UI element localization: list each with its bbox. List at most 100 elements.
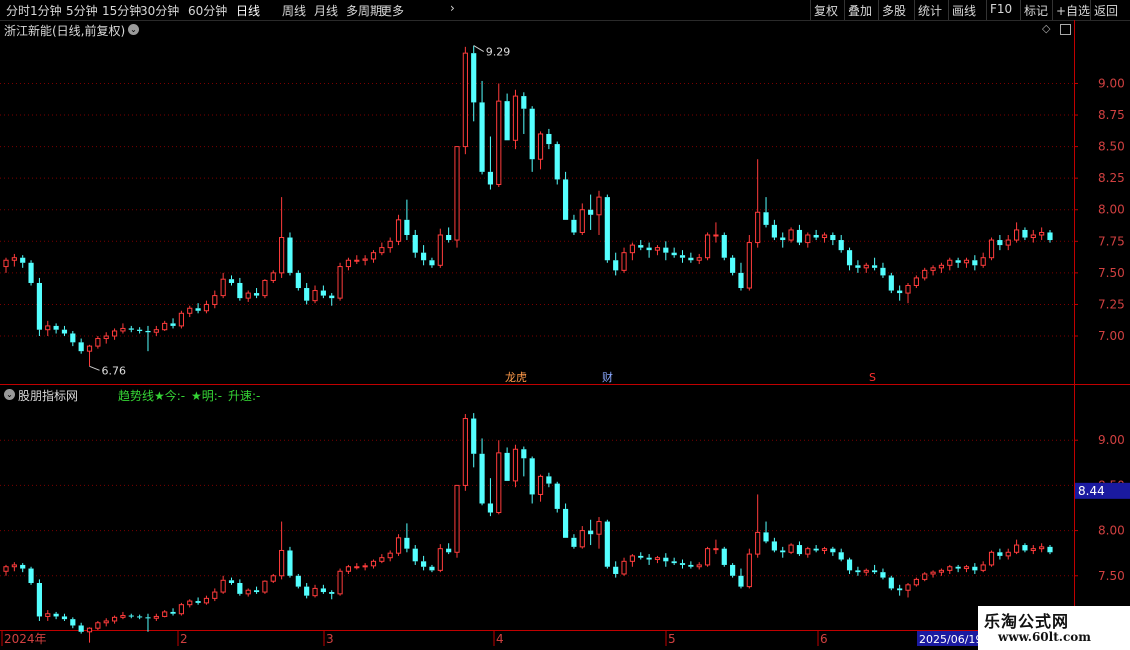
- upper-candle-up: [178, 312, 184, 327]
- lower-candle-up: [212, 591, 218, 599]
- watermark-logo: 乐淘公式网 www.60lt.com: [978, 606, 1130, 650]
- lower-candle-up: [178, 604, 184, 615]
- lower-candle-down: [145, 617, 151, 619]
- lower-candle-down: [838, 552, 844, 560]
- lower-candle-up: [938, 569, 945, 573]
- lower-candle-down: [295, 575, 301, 587]
- lower-candle-down: [128, 615, 134, 617]
- min-pointer: [89, 365, 100, 371]
- upper-candle-down: [796, 229, 803, 243]
- lower-candle-up: [537, 475, 544, 495]
- upper-candle-down: [504, 101, 510, 141]
- lower-candle-down: [504, 452, 510, 481]
- lower-candle-down: [771, 541, 777, 551]
- upper-candle-up: [153, 329, 159, 333]
- lower-candle-down: [429, 566, 435, 571]
- upper-candle-down: [320, 290, 326, 296]
- upper-candle-up: [312, 290, 318, 302]
- upper-candle-down: [972, 260, 978, 266]
- lower-candle-down: [671, 561, 677, 564]
- upper-candle-up: [220, 278, 226, 297]
- lower-candle-up: [187, 600, 193, 606]
- lower-candle-up: [755, 531, 761, 555]
- lower-candle-up: [120, 615, 126, 618]
- longhu-marker[interactable]: 龙虎: [505, 371, 527, 384]
- upper-candle-down: [28, 262, 34, 283]
- upper-candle-up: [988, 239, 995, 259]
- lower-candle-up: [95, 622, 101, 629]
- upper-candle-up: [579, 209, 585, 233]
- lower-candle-up: [746, 553, 752, 588]
- upper-candle-down: [763, 212, 769, 225]
- upper-candle-up: [86, 345, 93, 352]
- lower-candle-down: [721, 548, 727, 565]
- upper-candle-down: [421, 252, 427, 261]
- lower-candle-down: [646, 557, 652, 560]
- lower-candle-up: [103, 620, 109, 624]
- lower-candle-down: [679, 563, 686, 565]
- upper-candle-up: [395, 219, 402, 242]
- s-marker[interactable]: S: [869, 371, 876, 384]
- lower-candle-down: [688, 564, 694, 567]
- lower-candle-up: [454, 484, 460, 553]
- upper-candle-up: [354, 259, 360, 262]
- lower-candle-up: [153, 615, 159, 619]
- price-tick-label: 8.75: [1098, 108, 1125, 122]
- lower-candle-up: [922, 573, 928, 580]
- lower-candle-down: [546, 476, 552, 484]
- upper-candle-down: [237, 282, 243, 299]
- upper-candle-up: [187, 307, 193, 314]
- lower-candle-down: [70, 619, 76, 626]
- upper-candle-up: [947, 259, 953, 266]
- lower-candle-up: [788, 544, 794, 553]
- lower-candle-down: [780, 550, 786, 553]
- lower-candle-down: [287, 550, 293, 576]
- lower-candle-down: [304, 586, 310, 596]
- lower-candle-down: [487, 503, 494, 513]
- upper-candle-up: [1039, 231, 1045, 236]
- lower-candle-up: [621, 560, 627, 575]
- upper-candle-up: [905, 285, 911, 294]
- lower-candle-up: [1039, 546, 1045, 550]
- upper-candle-down: [955, 260, 961, 263]
- lower-candle-down: [237, 583, 243, 594]
- upper-candle-down: [997, 240, 1003, 246]
- upper-candle-up: [203, 303, 210, 312]
- upper-candle-up: [387, 240, 393, 249]
- lower-candle-down: [880, 572, 886, 578]
- upper-candle-down: [446, 234, 452, 241]
- upper-candle-down: [53, 325, 59, 330]
- lower-candle-down: [61, 616, 68, 620]
- upper-candle-down: [830, 234, 836, 241]
- lower-candle-down: [872, 570, 878, 573]
- upper-candle-down: [588, 209, 594, 215]
- upper-candle-up: [746, 242, 752, 289]
- lower-candle-up: [629, 555, 635, 562]
- upper-candle-down: [128, 328, 134, 330]
- upper-candle-up: [963, 259, 970, 264]
- upper-candle-up: [1014, 229, 1020, 241]
- upper-candle-down: [195, 308, 201, 311]
- lower-candle-up: [1014, 544, 1020, 553]
- upper-candle-down: [562, 179, 569, 220]
- upper-candle-up: [95, 338, 101, 347]
- upper-candle-down: [521, 96, 527, 109]
- lower-candle-down: [137, 616, 143, 618]
- lower-candle-up: [462, 418, 468, 486]
- upper-candle-up: [930, 267, 936, 271]
- lower-candle-down: [997, 552, 1003, 556]
- upper-candle-down: [429, 260, 435, 266]
- price-tick-label: 8.00: [1098, 203, 1125, 217]
- lower-candle-down: [588, 530, 594, 535]
- lower-candle-down: [446, 548, 452, 553]
- upper-candle-up: [713, 234, 719, 237]
- upper-candle-down: [412, 234, 418, 253]
- upper-candle-up: [788, 229, 794, 241]
- finance-marker[interactable]: 财: [602, 370, 613, 384]
- kline-chart[interactable]: 9.00 8.75 8.50 8.25 8.00 7.75 7.50 7.25 7.00 9.00…: [0, 0, 1130, 650]
- upper-candle-up: [212, 295, 218, 305]
- lower-candle-down: [888, 577, 894, 589]
- upper-candle-up: [454, 146, 460, 241]
- lower-candle-down: [28, 568, 34, 584]
- upper-candle-up: [462, 52, 468, 148]
